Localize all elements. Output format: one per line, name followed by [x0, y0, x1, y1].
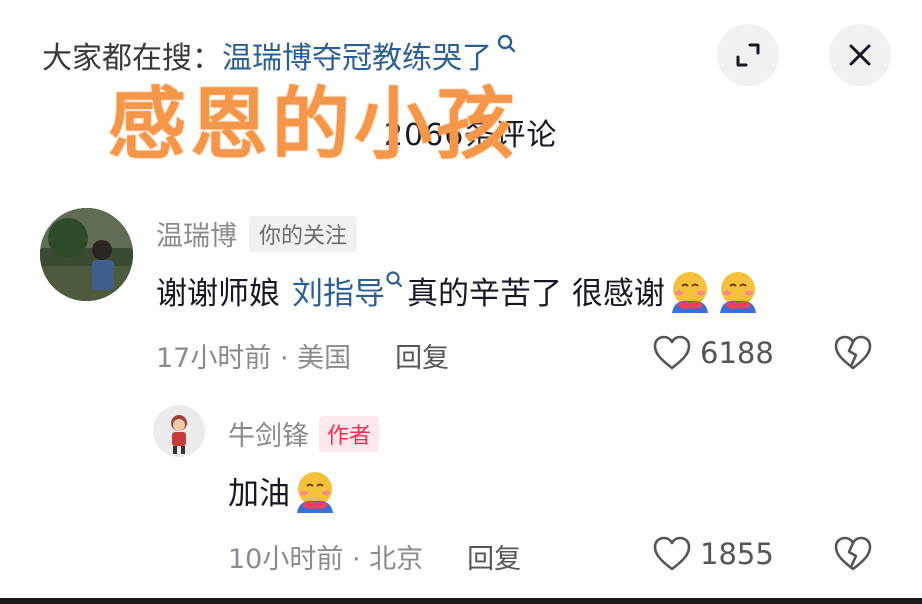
expand-button[interactable] [717, 24, 779, 86]
comment-time-location: 10小时前 · 北京 [228, 544, 424, 575]
close-button[interactable] [829, 24, 891, 86]
search-suggestion[interactable]: 大家都在搜： 温瑞博夺冠教练哭了 [42, 32, 518, 78]
hug-emoji-icon [719, 271, 756, 313]
like-count: 6188 [700, 336, 774, 370]
search-icon[interactable] [496, 33, 518, 57]
heart-icon [653, 536, 691, 571]
search-suggestion-query[interactable]: 温瑞博夺冠教练哭了 [222, 33, 492, 77]
avatar[interactable] [153, 405, 205, 457]
like-button[interactable]: 6188 [652, 334, 774, 372]
comment-body: 加油 [228, 468, 338, 513]
username[interactable]: 温瑞博 [156, 214, 237, 253]
reply-button[interactable]: 回复 [467, 537, 521, 576]
comment-body: 谢谢师娘 刘指导 真的辛苦了 很感谢 [156, 268, 761, 313]
comment-time-location: 17小时前 · 美国 [156, 343, 352, 374]
reply-button[interactable]: 回复 [395, 336, 449, 375]
avatar-image [40, 208, 133, 301]
search-suggestion-prefix: 大家都在搜： [42, 41, 222, 76]
broken-heart-icon[interactable] [833, 535, 873, 573]
following-badge: 你的关注 [249, 215, 358, 252]
search-icon[interactable] [385, 270, 405, 292]
comment-header: 牛剑锋 作者 [228, 414, 380, 453]
author-badge: 作者 [319, 415, 380, 452]
close-icon [849, 44, 871, 66]
hug-emoji-icon [297, 471, 333, 513]
avatar[interactable] [40, 208, 133, 301]
heart-icon [653, 335, 691, 370]
expand-icon [736, 43, 760, 67]
comment-text-start: 谢谢师娘 [156, 276, 280, 312]
username[interactable]: 牛剑锋 [228, 414, 309, 453]
broken-heart-icon[interactable] [833, 334, 873, 372]
like-button[interactable]: 1855 [652, 535, 774, 573]
video-overlay-caption: 感恩的小孩 [108, 80, 519, 170]
comment-text-end: 真的辛苦了 很感谢 [407, 276, 665, 312]
like-count: 1855 [700, 537, 774, 571]
bottom-edge [0, 598, 922, 604]
comment-meta: 10小时前 · 北京 回复 [228, 537, 521, 576]
avatar-image [153, 405, 205, 457]
comment-meta: 17小时前 · 美国 回复 [156, 336, 449, 375]
comment-text: 加油 [228, 476, 290, 512]
hug-emoji-icon [671, 271, 708, 313]
mention-link[interactable]: 刘指导 [292, 268, 385, 313]
comment-header: 温瑞博 你的关注 [156, 214, 358, 253]
